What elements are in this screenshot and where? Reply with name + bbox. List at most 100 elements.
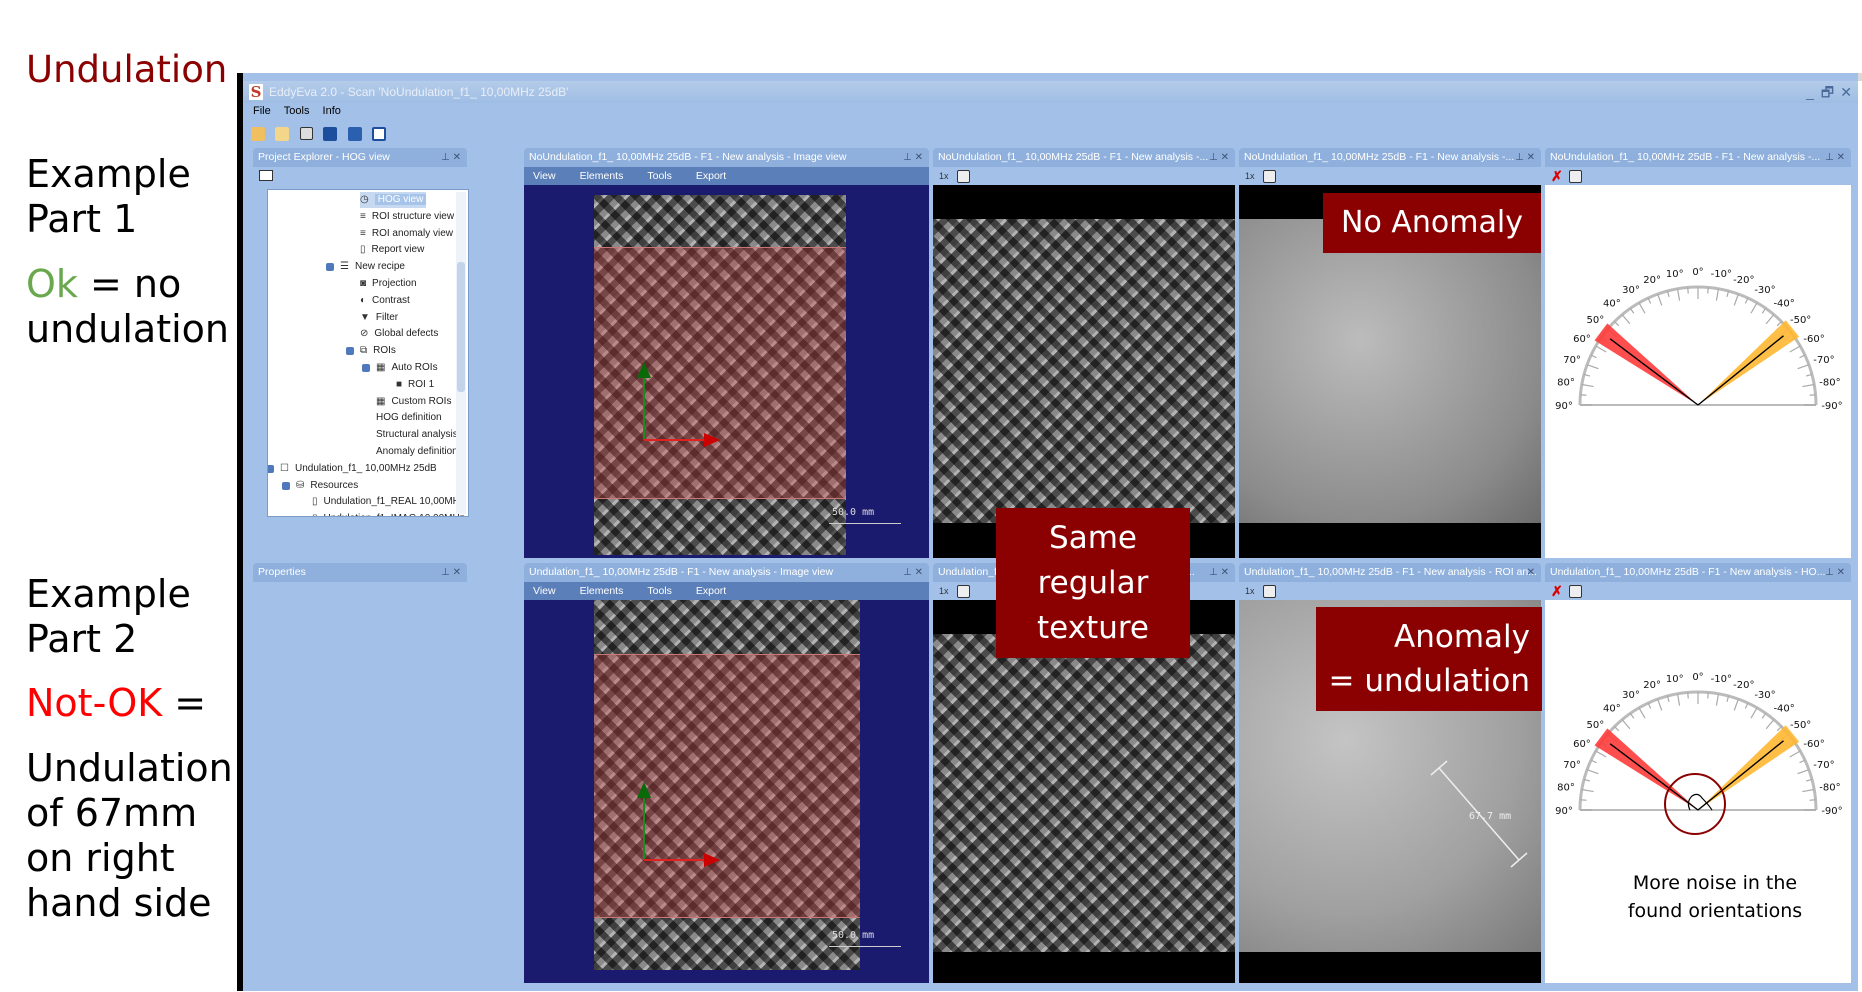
close-button[interactable]: ✕ bbox=[1840, 81, 1852, 103]
tree-item[interactable]: Structural analysis bbox=[376, 427, 458, 443]
image-icon[interactable] bbox=[1569, 170, 1582, 183]
part1-status: Ok = no undulation bbox=[26, 262, 229, 352]
image-canvas[interactable]: 50.0 mm bbox=[524, 185, 929, 558]
zoom-1x-button[interactable]: 1x bbox=[939, 167, 949, 185]
restore-button[interactable]: 🗗 bbox=[1821, 81, 1834, 103]
orientation-line bbox=[1609, 338, 1699, 406]
pin-close-icons[interactable]: ⊥ ✕ bbox=[1515, 148, 1535, 167]
minimize-button[interactable]: _ bbox=[1806, 81, 1814, 103]
image-icon[interactable] bbox=[1569, 585, 1582, 598]
tree-item[interactable]: ☰ New recipe bbox=[340, 259, 405, 275]
protractor-tick bbox=[1802, 788, 1815, 793]
delete-icon[interactable]: ✗ bbox=[1551, 167, 1563, 185]
protractor-label: -80° bbox=[1819, 783, 1840, 794]
protractor-tick bbox=[1789, 750, 1801, 758]
tree-item[interactable]: ≡ ROI structure view bbox=[360, 209, 454, 225]
panel-title: NoUndulation_f1_ 10,00MHz 25dB - F1 - Ne… bbox=[938, 151, 1209, 163]
pin-close-icons[interactable]: ⊥ ✕ bbox=[1825, 563, 1845, 582]
tree-item-label: Undulation_f1_ 10,00MHz 25dB bbox=[294, 462, 437, 474]
close-icon[interactable] bbox=[299, 127, 313, 141]
pin-close-icons[interactable]: ⊥ ✕ bbox=[903, 148, 923, 167]
window-icon[interactable] bbox=[259, 170, 273, 181]
protractor-label: 40° bbox=[1603, 298, 1621, 309]
menu-tools[interactable]: Tools bbox=[647, 585, 672, 597]
image-icon[interactable] bbox=[957, 170, 970, 183]
tree-item[interactable]: ◷ HOG view bbox=[360, 192, 427, 208]
tree-item[interactable]: ▦ Auto ROIs bbox=[376, 360, 438, 376]
menu-export[interactable]: Export bbox=[696, 585, 726, 597]
tree-item[interactable]: Anomaly definition bbox=[376, 444, 458, 460]
tree-item[interactable]: ◐ Contrast bbox=[360, 293, 410, 309]
protractor-label: 50° bbox=[1586, 720, 1604, 731]
tree-item[interactable]: ■ ROI 1 bbox=[396, 377, 434, 393]
image-icon[interactable] bbox=[1263, 585, 1276, 598]
expand-toggle[interactable] bbox=[326, 263, 334, 272]
tree-item[interactable]: ▦ Custom ROIs bbox=[376, 394, 451, 410]
tree-item[interactable]: ▯ Undulation_f1_REAL 10,00MHz 25... bbox=[312, 494, 468, 510]
tree-item-label: Anomaly definition bbox=[376, 446, 458, 457]
pin-close-icons[interactable]: ⊥ ✕ bbox=[1209, 563, 1229, 582]
menu-view[interactable]: View bbox=[533, 170, 556, 182]
zoom-1x-button[interactable]: 1x bbox=[939, 582, 949, 600]
protractor-tick bbox=[1638, 302, 1646, 314]
axis-arrows-icon bbox=[637, 782, 720, 867]
pin-close-icons[interactable]: ⊥ ✕ bbox=[441, 563, 461, 582]
tree-item[interactable]: ▯ Undulation_f1_IMAG 10,00MHz 2... bbox=[312, 511, 468, 516]
zoom-1x-button[interactable]: 1x bbox=[1245, 167, 1255, 185]
no-anomaly-callout: No Anomaly bbox=[1323, 193, 1541, 253]
panel-title: NoUndulation_f1_ 10,00MHz 25dB - F1 - Ne… bbox=[1244, 151, 1515, 163]
protractor-tick bbox=[1586, 769, 1599, 775]
part2-heading-line2: Part 2 bbox=[26, 617, 138, 661]
pin-close-icons[interactable]: ⊥ ✕ bbox=[1209, 148, 1229, 167]
tree-item[interactable]: ▯ Report view bbox=[360, 242, 424, 258]
save-icon[interactable] bbox=[323, 126, 338, 141]
delete-icon[interactable]: ✗ bbox=[1551, 582, 1563, 600]
menu-view[interactable]: View bbox=[533, 585, 556, 597]
protractor-label: 90° bbox=[1555, 806, 1573, 817]
pin-close-icons[interactable]: ⊥ ✕ bbox=[1825, 148, 1845, 167]
scrollbar-thumb[interactable] bbox=[457, 262, 465, 392]
expand-toggle[interactable] bbox=[282, 481, 290, 490]
image-icon[interactable] bbox=[957, 585, 970, 598]
pin-close-icons[interactable]: ⊥ ✕ bbox=[903, 563, 923, 582]
menu-elements[interactable]: Elements bbox=[580, 585, 624, 597]
expand-toggle[interactable] bbox=[346, 347, 354, 356]
protractor-tick bbox=[1761, 712, 1767, 719]
open-folder-icon[interactable] bbox=[275, 126, 290, 141]
caption-line: More noise in the bbox=[1632, 872, 1798, 894]
pin-close-icons[interactable]: ⊥ ✕ bbox=[441, 148, 461, 167]
menu-tools[interactable]: Tools bbox=[284, 105, 310, 117]
tree-scrollbar[interactable] bbox=[456, 192, 466, 514]
image-canvas[interactable]: 50.0 mm bbox=[524, 600, 929, 983]
protractor-label: 0° bbox=[1692, 672, 1703, 683]
tree-item[interactable]: HOG definition bbox=[376, 410, 442, 426]
tree-item[interactable]: ▼ Filter bbox=[360, 310, 398, 326]
document-icon: ▯ bbox=[360, 244, 366, 256]
menu-info[interactable]: Info bbox=[323, 105, 341, 117]
tree-item[interactable]: ⛁ Resources bbox=[296, 478, 358, 494]
tree-item[interactable]: ☐ Undulation_f1_ 10,00MHz 25dB bbox=[280, 461, 437, 477]
zoom-1x-button[interactable]: 1x bbox=[1245, 582, 1255, 600]
expand-toggle[interactable] bbox=[362, 364, 370, 372]
expand-toggle[interactable] bbox=[268, 464, 274, 473]
menu-elements[interactable]: Elements bbox=[580, 170, 624, 182]
tree-item-label: Projection bbox=[372, 278, 417, 289]
protractor-tick bbox=[1638, 707, 1646, 719]
menu-export[interactable]: Export bbox=[696, 170, 726, 182]
save-all-icon[interactable] bbox=[347, 126, 362, 141]
structure-image bbox=[933, 634, 1235, 952]
protractor-tick bbox=[1581, 788, 1594, 793]
window-layout-icon[interactable] bbox=[372, 126, 387, 141]
tree-item[interactable]: ⊘ Global defects bbox=[360, 326, 438, 342]
image-icon[interactable] bbox=[1263, 170, 1276, 183]
tree-item[interactable]: ◙ Projection bbox=[360, 276, 417, 292]
new-project-icon[interactable] bbox=[251, 126, 265, 141]
tree-item[interactable]: ≡ ROI anomaly view bbox=[360, 226, 453, 242]
tree-item[interactable]: ⧉ ROIs bbox=[360, 343, 396, 359]
menu-file[interactable]: File bbox=[253, 105, 271, 117]
panel-header: Properties ⊥ ✕ bbox=[253, 563, 467, 582]
close-icon[interactable]: ✕ bbox=[1527, 563, 1535, 582]
protractor-tick bbox=[1580, 394, 1587, 396]
protractor-label: 40° bbox=[1603, 703, 1621, 714]
menu-tools[interactable]: Tools bbox=[647, 170, 672, 182]
